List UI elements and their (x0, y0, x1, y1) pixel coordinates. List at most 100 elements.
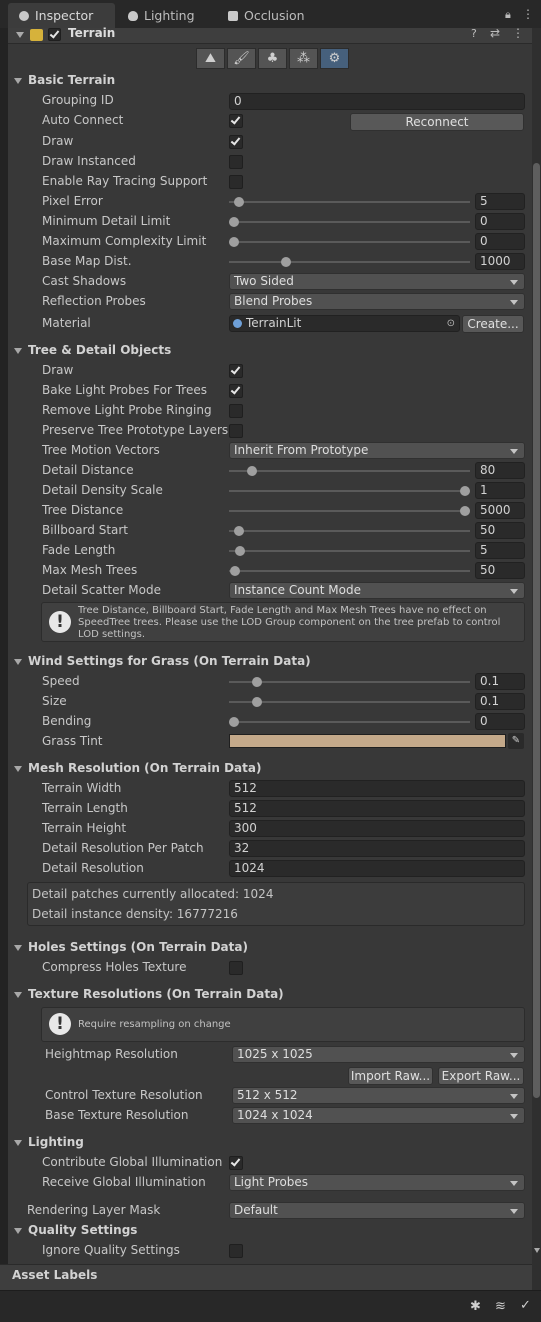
base-map-dist-field[interactable]: 1000 (475, 253, 525, 270)
compress-holes-checkbox[interactable] (229, 961, 243, 975)
section-tree-detail[interactable]: Tree & Detail Objects (28, 343, 171, 357)
grouping-id-field[interactable]: 0 (229, 93, 525, 110)
billboard-start-slider-knob[interactable] (234, 526, 244, 536)
max-mesh-trees-slider-track[interactable] (229, 570, 470, 572)
wind-bending-slider-track[interactable] (229, 721, 470, 723)
detail-density-slider-track[interactable] (229, 490, 470, 492)
control-texture-dropdown[interactable]: 512 x 512 (232, 1087, 525, 1104)
base-texture-dropdown[interactable]: 1024 x 1024 (232, 1107, 525, 1124)
base-map-dist-slider-track[interactable] (229, 261, 470, 263)
receive-gi-dropdown[interactable]: Light Probes (229, 1174, 525, 1191)
export-raw-button[interactable]: Export Raw... (438, 1067, 524, 1085)
wind-speed-slider-knob[interactable] (252, 677, 262, 687)
foldout-basic-terrain-icon[interactable] (14, 78, 22, 84)
max-mesh-trees-field[interactable]: 50 (475, 562, 525, 579)
tree-distance-slider-knob[interactable] (460, 506, 470, 516)
status-check-icon[interactable]: ✓ (520, 1298, 531, 1313)
foldout-quality-icon[interactable] (14, 1228, 22, 1234)
layers-icon[interactable]: ≋ (495, 1299, 506, 1314)
wind-speed-slider-track[interactable] (229, 681, 470, 683)
foldout-lighting-icon[interactable] (14, 1140, 22, 1146)
cast-shadows-dropdown[interactable]: Two Sided (229, 273, 525, 290)
section-basic-terrain[interactable]: Basic Terrain (28, 73, 115, 87)
asset-labels-bar[interactable]: Asset Labels (0, 1264, 532, 1290)
terrain-component-header[interactable]: Terrain ? ⇄ ⋮ (8, 26, 532, 44)
bake-light-probes-checkbox[interactable] (229, 384, 243, 398)
section-mesh[interactable]: Mesh Resolution (On Terrain Data) (28, 761, 261, 775)
fade-length-slider-track[interactable] (229, 550, 470, 552)
section-wind[interactable]: Wind Settings for Grass (On Terrain Data… (28, 654, 311, 668)
tab-occlusion[interactable]: Occlusion (224, 3, 334, 28)
pixel-error-field[interactable]: 5 (475, 193, 525, 210)
detail-density-slider-knob[interactable] (460, 486, 470, 496)
collapse-icon[interactable] (16, 32, 24, 38)
reflection-probes-dropdown[interactable]: Blend Probes (229, 293, 525, 310)
scatter-mode-dropdown[interactable]: Instance Count Mode (229, 582, 525, 599)
preserve-layers-checkbox[interactable] (229, 424, 243, 438)
detail-distance-field[interactable]: 80 (475, 462, 525, 479)
eyedropper-icon[interactable]: ✎ (508, 733, 524, 749)
vertical-scrollbar[interactable] (532, 28, 541, 1290)
foldout-holes-icon[interactable] (14, 945, 22, 951)
detail-distance-slider-track[interactable] (229, 470, 470, 472)
pixel-error-slider-track[interactable] (229, 201, 470, 203)
wind-size-field[interactable]: 0.1 (475, 693, 525, 710)
tree-distance-slider-track[interactable] (229, 510, 470, 512)
foldout-wind-icon[interactable] (14, 659, 22, 665)
section-texture[interactable]: Texture Resolutions (On Terrain Data) (28, 987, 284, 1001)
section-lighting[interactable]: Lighting (28, 1135, 84, 1149)
detail-resolution-field[interactable]: 1024 (229, 860, 525, 877)
wind-size-slider-knob[interactable] (252, 697, 262, 707)
paint-terrain-tool-button[interactable]: 🖌︎ (227, 48, 256, 69)
terrain-width-field[interactable]: 512 (229, 780, 525, 797)
billboard-start-slider-track[interactable] (229, 530, 470, 532)
detail-density-field[interactable]: 1 (475, 482, 525, 499)
section-quality[interactable]: Quality Settings (28, 1223, 137, 1237)
max-complexity-slider-track[interactable] (229, 241, 470, 243)
menu-kebab-icon[interactable]: ⋮ (522, 7, 534, 21)
base-map-dist-slider-knob[interactable] (281, 257, 291, 267)
foldout-mesh-icon[interactable] (14, 766, 22, 772)
billboard-start-field[interactable]: 50 (475, 522, 525, 539)
remove-ringing-checkbox[interactable] (229, 404, 243, 418)
help-icon[interactable]: ? (471, 27, 477, 40)
max-complexity-field[interactable]: 0 (475, 233, 525, 250)
detail-distance-slider-knob[interactable] (247, 466, 257, 476)
wind-bending-slider-knob[interactable] (229, 717, 239, 727)
raise-terrain-tool-button[interactable]: ⛰ (196, 48, 225, 69)
lock-icon[interactable]: 🔒︎ (505, 8, 511, 22)
draw-instanced-checkbox[interactable] (229, 155, 243, 169)
component-enabled-checkbox[interactable] (48, 28, 61, 41)
contribute-gi-checkbox[interactable] (229, 1156, 243, 1170)
debug-icon[interactable]: ✱ (470, 1299, 481, 1314)
paint-trees-tool-button[interactable]: ♣ (258, 48, 287, 69)
motion-vectors-dropdown[interactable]: Inherit From Prototype (229, 442, 525, 459)
tree-draw-checkbox[interactable] (229, 364, 243, 378)
tab-inspector[interactable]: Inspector (8, 3, 115, 28)
terrain-height-field[interactable]: 300 (229, 820, 525, 837)
wind-speed-field[interactable]: 0.1 (475, 673, 525, 690)
terrain-settings-tool-button[interactable]: ⚙ (320, 48, 349, 69)
foldout-texture-icon[interactable] (14, 992, 22, 998)
wind-bending-field[interactable]: 0 (475, 713, 525, 730)
presets-icon[interactable]: ⇄ (490, 26, 500, 40)
per-patch-field[interactable]: 32 (229, 840, 525, 857)
create-material-button[interactable]: Create... (462, 315, 524, 333)
min-detail-field[interactable]: 0 (475, 213, 525, 230)
wind-size-slider-track[interactable] (229, 701, 470, 703)
fade-length-slider-knob[interactable] (235, 546, 245, 556)
fade-length-field[interactable]: 5 (475, 542, 525, 559)
heightmap-resolution-dropdown[interactable]: 1025 x 1025 (232, 1046, 525, 1063)
object-picker-icon[interactable]: ⊙ (447, 316, 455, 331)
draw-checkbox[interactable] (229, 135, 243, 149)
min-detail-slider-knob[interactable] (229, 217, 239, 227)
tab-lighting[interactable]: Lighting (122, 3, 222, 28)
component-menu-icon[interactable]: ⋮ (512, 26, 524, 40)
material-field[interactable]: TerrainLit ⊙ (229, 315, 460, 332)
grass-tint-swatch[interactable] (229, 734, 506, 748)
rendering-layer-dropdown[interactable]: Default (229, 1202, 525, 1219)
tree-distance-field[interactable]: 5000 (475, 502, 525, 519)
scroll-down-icon[interactable] (534, 1248, 540, 1253)
auto-connect-checkbox[interactable] (229, 114, 243, 128)
max-complexity-slider-knob[interactable] (229, 237, 239, 247)
